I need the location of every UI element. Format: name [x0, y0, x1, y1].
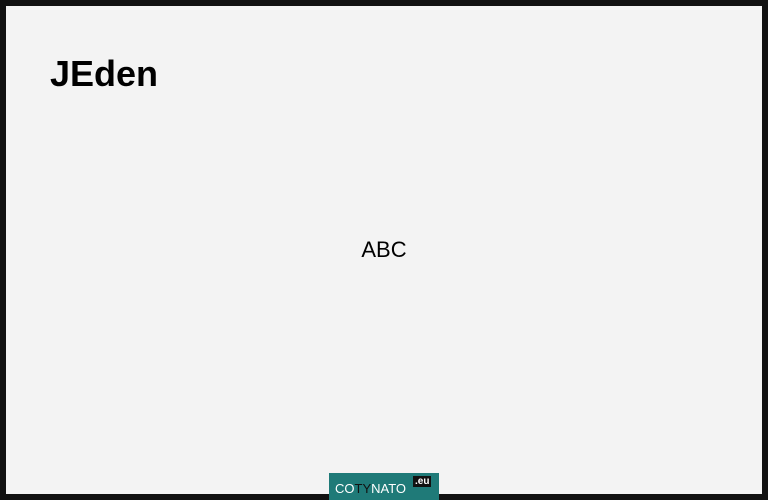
- logo-text-ty: TY: [354, 481, 372, 496]
- page-title: JEden: [50, 53, 159, 94]
- site-logo[interactable]: COTYNATO .eu: [329, 473, 439, 500]
- center-text: ABC: [361, 237, 407, 262]
- logo-tld-badge: .eu: [413, 476, 432, 487]
- logo-wordmark: COTYNATO: [335, 481, 406, 496]
- logo-text-co: CO: [335, 481, 355, 496]
- logo-text-nato: NATO: [371, 481, 407, 496]
- slide-frame: JEden ABC COTYNATO .eu: [0, 0, 768, 500]
